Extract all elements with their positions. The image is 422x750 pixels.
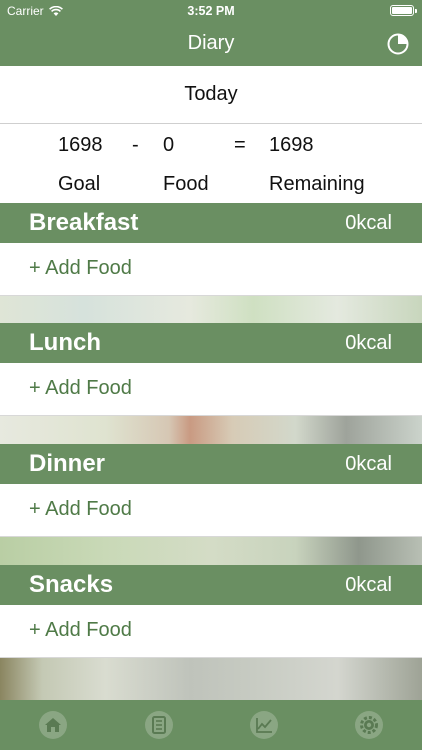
minus-sign: - — [132, 134, 139, 156]
meal-kcal: 0kcal — [345, 574, 392, 596]
add-food-lunch-button[interactable]: + Add Food — [0, 363, 422, 415]
calorie-summary: 1698 - 0 = 1698 Goal Food Remaining — [0, 124, 422, 203]
meal-title: Lunch — [29, 329, 101, 356]
pie-chart-icon[interactable] — [386, 32, 410, 56]
food-photo-strip — [0, 415, 422, 444]
meal-header-lunch: Lunch 0kcal — [0, 323, 422, 363]
home-icon[interactable] — [38, 710, 68, 740]
remaining-label: Remaining — [269, 173, 365, 195]
settings-icon[interactable] — [354, 710, 384, 740]
meal-header-breakfast: Breakfast 0kcal — [0, 203, 422, 243]
meal-title: Snacks — [29, 571, 114, 598]
nav-title: Diary — [187, 32, 235, 54]
meal-header-dinner: Dinner 0kcal — [0, 444, 422, 484]
add-food-label: + Add Food — [29, 619, 132, 641]
date-selector[interactable]: Today — [0, 66, 422, 124]
goal-value: 1698 — [58, 134, 103, 156]
meal-title: Breakfast — [29, 209, 139, 236]
add-food-label: + Add Food — [29, 377, 132, 399]
top-bar: Carrier 3:52 PM Diary — [0, 0, 422, 66]
food-value: 0 — [163, 134, 175, 156]
meal-kcal: 0kcal — [345, 212, 392, 234]
equals-sign: = — [234, 134, 246, 156]
food-photo-strip — [0, 657, 422, 700]
remaining-value: 1698 — [269, 134, 314, 156]
tab-bar — [0, 700, 422, 750]
meal-kcal: 0kcal — [345, 453, 392, 475]
add-food-label: + Add Food — [29, 498, 132, 520]
battery-icon — [390, 5, 417, 16]
add-food-breakfast-button[interactable]: + Add Food — [0, 243, 422, 295]
chart-icon[interactable] — [249, 710, 279, 740]
add-food-snacks-button[interactable]: + Add Food — [0, 605, 422, 657]
food-photo-strip — [0, 295, 422, 323]
goal-label: Goal — [58, 173, 101, 195]
add-food-label: + Add Food — [29, 257, 132, 279]
diary-icon[interactable] — [144, 710, 174, 740]
meal-header-snacks: Snacks 0kcal — [0, 565, 422, 605]
food-label: Food — [163, 173, 209, 195]
date-label: Today — [184, 83, 238, 105]
status-bar: Carrier 3:52 PM — [0, 0, 422, 22]
meal-kcal: 0kcal — [345, 332, 392, 354]
food-photo-strip — [0, 536, 422, 565]
clock: 3:52 PM — [187, 4, 235, 18]
add-food-dinner-button[interactable]: + Add Food — [0, 484, 422, 536]
meal-title: Dinner — [29, 450, 106, 477]
